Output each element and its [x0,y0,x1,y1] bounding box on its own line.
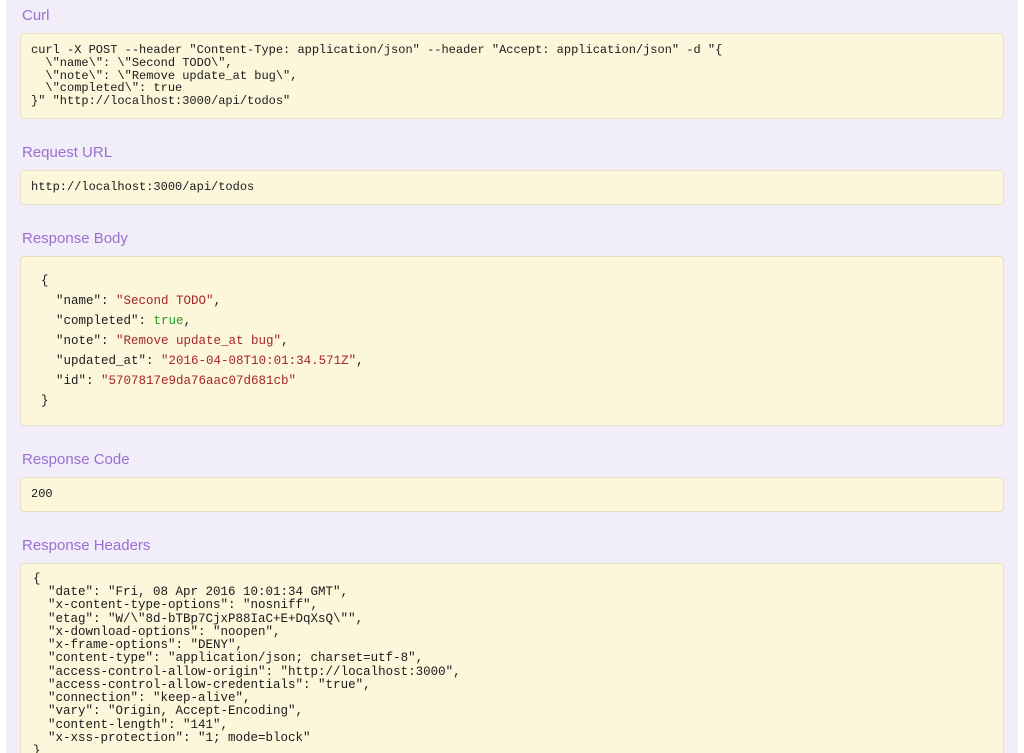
response-headers-block: { "date": "Fri, 08 Apr 2016 10:01:34 GMT… [20,563,1004,753]
section-response-code: Response Code 200 [20,451,1004,512]
request-url-heading: Request URL [22,144,1004,161]
response-code-block: 200 [20,477,1004,512]
response-body-block: { "name": "Second TODO", "completed": tr… [20,256,1004,426]
curl-command-block: curl -X POST --header "Content-Type: app… [20,33,1004,119]
response-code-heading: Response Code [22,451,1004,468]
section-curl: Curl curl -X POST --header "Content-Type… [20,7,1004,119]
request-url-block: http://localhost:3000/api/todos [20,170,1004,205]
section-response-body: Response Body { "name": "Second TODO", "… [20,230,1004,426]
response-headers-heading: Response Headers [22,537,1004,554]
api-response-panel: Curl curl -X POST --header "Content-Type… [6,0,1018,753]
section-response-headers: Response Headers { "date": "Fri, 08 Apr … [20,537,1004,753]
section-request-url: Request URL http://localhost:3000/api/to… [20,144,1004,205]
response-body-heading: Response Body [22,230,1004,247]
curl-heading: Curl [22,7,1004,24]
